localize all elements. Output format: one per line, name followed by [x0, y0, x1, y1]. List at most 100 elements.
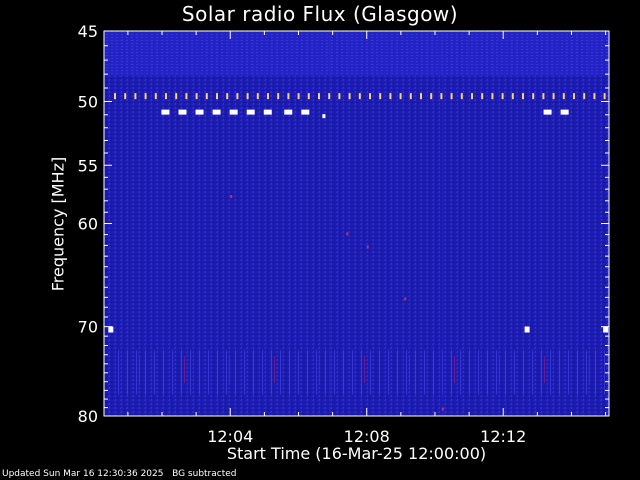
- interference-dot: [389, 93, 392, 100]
- noise-stripe-red: [589, 356, 590, 383]
- interference-dot: [450, 93, 453, 100]
- noise-stripe: [406, 350, 407, 395]
- noise-stripe: [397, 350, 398, 395]
- interference-dot: [511, 93, 514, 100]
- noise-stripe: [307, 350, 308, 395]
- interference-dot: [603, 93, 606, 100]
- noise-stripe: [235, 350, 236, 395]
- interference-dot: [165, 93, 167, 100]
- interference-dot: [379, 93, 382, 100]
- interference-dot: [338, 93, 341, 100]
- noise-stripe: [595, 350, 596, 395]
- interference-dot: [216, 93, 218, 100]
- noise-stripe: [469, 350, 470, 395]
- interference-dot: [114, 93, 116, 100]
- interference-dot: [277, 93, 280, 100]
- interference-dot: [318, 93, 320, 100]
- noise-stripe-red: [319, 356, 320, 383]
- bright-dot-70: [524, 326, 530, 333]
- interference-dot: [154, 93, 157, 100]
- noise-stripe: [217, 350, 218, 395]
- y-tick-label: 60: [78, 215, 98, 234]
- noise-stripe: [514, 350, 515, 395]
- noise-stripe: [550, 350, 551, 395]
- noise-stripe: [361, 350, 362, 395]
- y-axis-label: Frequency [MHz]: [48, 156, 68, 292]
- noise-stripe-red: [454, 356, 455, 383]
- interference-dot: [501, 93, 504, 100]
- noise-stripe: [316, 350, 317, 395]
- interference-dot: [471, 93, 473, 100]
- noise-stripe: [496, 350, 497, 395]
- noise-stripe-red: [184, 356, 185, 383]
- interference-dot: [593, 93, 596, 100]
- interference-dot: [226, 93, 229, 100]
- footer-status: Updated Sun Mar 16 12:30:36 2025 BG subt…: [2, 469, 237, 479]
- bright-dot: [322, 114, 326, 119]
- noise-stripe: [289, 350, 290, 395]
- noise-stripe-red: [544, 356, 545, 383]
- interference-dot: [205, 93, 208, 100]
- speck: [230, 195, 233, 199]
- noise-stripe: [478, 350, 479, 395]
- y-tick-label: 50: [78, 93, 98, 112]
- speck: [441, 407, 444, 411]
- noise-stripe: [559, 350, 560, 395]
- interference-dot: [532, 93, 535, 100]
- speck: [366, 245, 369, 249]
- interference-dot: [440, 93, 443, 100]
- interference-dot: [307, 93, 310, 100]
- noise-stripe: [154, 350, 155, 395]
- interference-dot: [185, 93, 188, 100]
- noise-stripe: [451, 350, 452, 395]
- bright-dot: [301, 109, 310, 115]
- noise-stripe-red: [274, 356, 275, 383]
- noise-stripe: [568, 350, 569, 395]
- interference-dot: [287, 93, 290, 100]
- bright-dot: [161, 109, 170, 115]
- noise-stripe: [460, 350, 461, 395]
- noise-stripe: [262, 350, 263, 395]
- noise-stripe: [181, 350, 182, 395]
- bright-dot: [543, 109, 552, 115]
- interference-dot: [522, 93, 524, 100]
- interference-dot: [297, 93, 300, 100]
- speck: [346, 232, 349, 236]
- interference-dot: [583, 93, 586, 100]
- noise-stripe: [379, 350, 380, 395]
- noise-stripe: [190, 350, 191, 395]
- y-tick-label: 70: [78, 318, 98, 337]
- spectrogram-chart: 455055607080 12:04 12:08 12:12: [78, 22, 610, 446]
- interference-dot: [144, 93, 147, 100]
- interference-dot: [348, 93, 351, 100]
- noise-stripe: [226, 350, 227, 395]
- speck: [404, 297, 407, 301]
- noise-stripe-red: [364, 356, 365, 383]
- bright-dot: [195, 109, 204, 115]
- noise-stripe-red: [409, 356, 410, 383]
- y-tick-label: 80: [78, 407, 98, 426]
- noise-stripe: [577, 350, 578, 395]
- interference-dot: [573, 93, 575, 100]
- interference-dot: [256, 93, 259, 100]
- noise-stripe: [415, 350, 416, 395]
- noise-stripe: [325, 350, 326, 395]
- noise-stripe: [163, 350, 164, 395]
- noise-stripe: [244, 350, 245, 395]
- interference-dot: [124, 93, 127, 100]
- noise-stripe: [329, 31, 331, 416]
- noise-stripe: [199, 350, 200, 395]
- bright-dot: [246, 109, 255, 115]
- interference-dot: [460, 93, 463, 100]
- bright-dot: [229, 109, 238, 115]
- bright-dot: [284, 109, 293, 115]
- noise-stripe: [541, 350, 542, 395]
- interference-dot: [358, 93, 361, 100]
- interference-dot: [491, 93, 494, 100]
- noise-stripe: [271, 350, 272, 395]
- noise-stripe: [441, 31, 443, 416]
- noise-stripe: [298, 350, 299, 395]
- noise-stripe: [352, 350, 353, 395]
- bright-dot: [212, 109, 221, 115]
- plot-area: [103, 30, 610, 417]
